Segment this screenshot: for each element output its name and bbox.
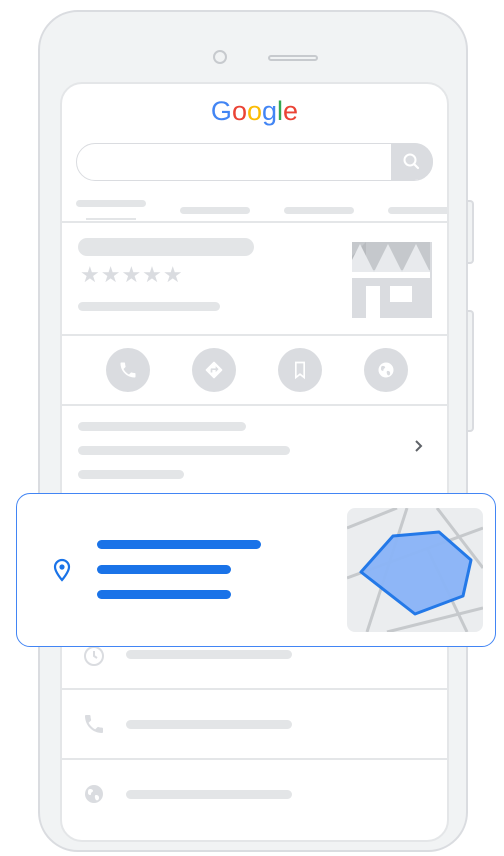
location-pin-icon: [53, 558, 71, 582]
hours-placeholder: [126, 650, 292, 659]
tab-placeholder[interactable]: [388, 207, 447, 214]
business-name-placeholder: [78, 238, 254, 256]
tab-placeholder[interactable]: [180, 207, 250, 214]
map-icon: [347, 508, 483, 632]
storefront-icon: [346, 242, 432, 318]
address-line: [97, 565, 231, 574]
earpiece-speaker: [268, 55, 318, 61]
map-thumbnail[interactable]: [347, 508, 483, 632]
divider: [62, 404, 447, 406]
address-line: [97, 540, 261, 549]
chevron-right-icon[interactable]: [412, 438, 426, 454]
website-placeholder: [126, 790, 292, 799]
search-button[interactable]: [391, 143, 433, 180]
phone-number-placeholder: [126, 720, 292, 729]
bookmark-icon: [295, 361, 305, 380]
description-line-placeholder: [78, 470, 184, 479]
globe-icon: [85, 785, 103, 803]
logo-letter: o: [246, 96, 262, 126]
divider: [62, 758, 447, 760]
divider: [62, 334, 447, 336]
call-button[interactable]: [106, 348, 150, 392]
clock-icon: [84, 646, 104, 666]
search-icon: [403, 153, 420, 170]
address-card[interactable]: [16, 493, 496, 647]
divider: [62, 221, 447, 223]
google-logo: Google: [62, 96, 447, 127]
phone-icon: [85, 715, 103, 733]
search-input[interactable]: [76, 143, 433, 181]
logo-letter: g: [262, 96, 278, 126]
directions-button[interactable]: [192, 348, 236, 392]
phone-icon: [120, 362, 136, 378]
description-line-placeholder: [78, 446, 290, 455]
active-tab-indicator: [86, 218, 136, 220]
logo-letter: G: [210, 96, 232, 126]
divider: [62, 688, 447, 690]
phone-screen: Google ★★★★★: [60, 82, 449, 842]
front-camera: [213, 50, 227, 64]
logo-letter: e: [283, 96, 299, 126]
save-button[interactable]: [278, 348, 322, 392]
website-button[interactable]: [364, 348, 408, 392]
logo-letter: o: [231, 96, 247, 126]
business-category-placeholder: [78, 302, 220, 311]
description-line-placeholder: [78, 422, 246, 431]
tab-placeholder[interactable]: [76, 200, 146, 207]
globe-icon: [378, 362, 394, 378]
directions-icon: [205, 361, 223, 379]
tab-placeholder[interactable]: [284, 207, 354, 214]
address-line: [97, 590, 231, 599]
rating-stars: ★★★★★: [80, 262, 184, 287]
